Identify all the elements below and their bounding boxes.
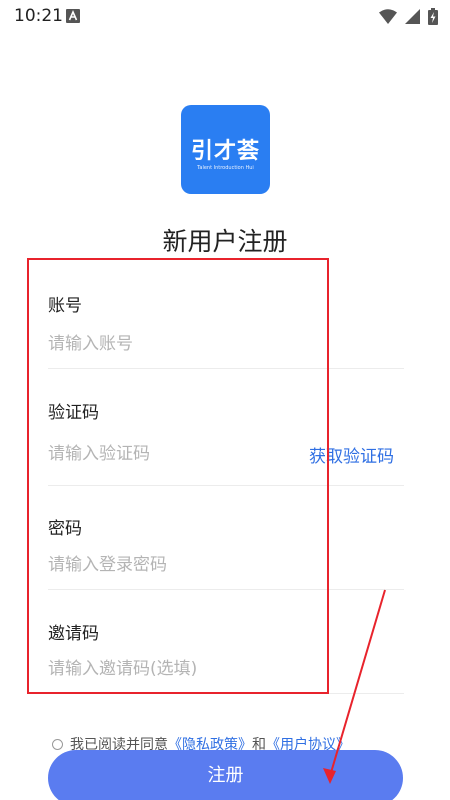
- page-title: 新用户注册: [162, 227, 288, 256]
- wifi-icon: [379, 8, 397, 24]
- logo-main-text: 引才荟: [190, 139, 260, 164]
- account-input[interactable]: [48, 330, 298, 358]
- code-label: 验证码: [48, 403, 99, 423]
- get-code-button[interactable]: 获取验证码: [309, 442, 394, 467]
- account-label: 账号: [48, 296, 82, 316]
- status-time: 10:21: [14, 6, 63, 26]
- invite-label: 邀请码: [48, 624, 99, 644]
- code-input[interactable]: [48, 440, 298, 468]
- status-icons: [379, 7, 438, 25]
- signal-icon: [405, 8, 420, 24]
- agreement-radio[interactable]: [52, 738, 63, 750]
- logo-sub-text: Talent Introduction Hui: [197, 165, 254, 171]
- password-divider: [48, 589, 404, 590]
- register-button[interactable]: 注册: [48, 750, 403, 800]
- password-input[interactable]: [48, 551, 298, 579]
- battery-charging-icon: [428, 7, 438, 25]
- a-notification-icon: [66, 9, 80, 23]
- invite-input[interactable]: [48, 655, 298, 683]
- invite-divider: [48, 693, 404, 694]
- app-logo: 引才荟 Talent Introduction Hui: [181, 105, 270, 194]
- registration-screen: 10:21 引才荟 Talent Introduction Hui 新用户注册 …: [0, 0, 450, 800]
- account-divider: [48, 368, 404, 369]
- status-bar: 10:21: [0, 0, 450, 32]
- password-label: 密码: [48, 519, 82, 539]
- code-divider: [48, 485, 404, 486]
